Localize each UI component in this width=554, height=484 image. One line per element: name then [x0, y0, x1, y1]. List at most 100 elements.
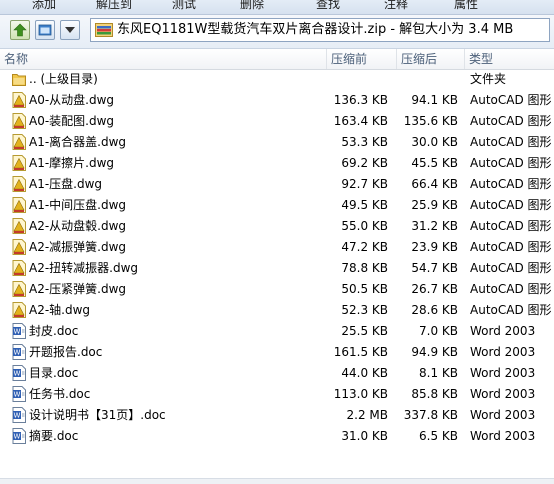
file-size-after: 6.5 KB: [419, 429, 458, 443]
address-bar[interactable]: 东风EQ1181W型载货汽车双片离合器设计.zip - 解包大小为 3.4 MB: [90, 18, 550, 42]
file-type: AutoCAD 图形: [470, 198, 552, 212]
file-row[interactable]: A1-中间压盘.dwg 49.5 KB 25.9 KB AutoCAD 图形: [0, 195, 554, 216]
file-row[interactable]: A2-扭转减振器.dwg 78.8 KB 54.7 KB AutoCAD 图形: [0, 258, 554, 279]
column-packed-header[interactable]: 压缩前: [327, 49, 397, 69]
column-name-header[interactable]: 名称: [0, 49, 327, 69]
file-name: A0-从动盘.dwg: [29, 93, 115, 107]
file-size-before: 47.2 KB: [341, 240, 388, 254]
file-size-before: 2.2 MB: [346, 408, 388, 422]
svg-text:W: W: [14, 328, 21, 336]
file-type: Word 2003: [470, 387, 536, 401]
file-type: 文件夹: [470, 72, 507, 86]
word-doc-icon: W: [12, 323, 26, 339]
word-doc-icon: W: [12, 407, 26, 423]
word-doc-icon: W: [12, 386, 26, 402]
dwg-icon: [12, 281, 26, 297]
file-size-after: 7.0 KB: [419, 324, 458, 338]
file-name: 开题报告.doc: [29, 345, 103, 359]
file-name: A1-压盘.dwg: [29, 177, 103, 191]
file-size-before: 52.3 KB: [341, 303, 388, 317]
file-name: A2-压紧弹簧.dwg: [29, 282, 127, 296]
svg-text:W: W: [14, 391, 21, 399]
toolbar-delete-button[interactable]: 删除: [240, 0, 264, 11]
file-name: 任务书.doc: [29, 387, 91, 401]
file-row[interactable]: A1-摩擦片.dwg 69.2 KB 45.5 KB AutoCAD 图形: [0, 153, 554, 174]
file-row[interactable]: W 任务书.doc 113.0 KB 85.8 KB Word 2003: [0, 384, 554, 405]
file-row[interactable]: W 开题报告.doc 161.5 KB 94.9 KB Word 2003: [0, 342, 554, 363]
file-type: AutoCAD 图形: [470, 240, 552, 254]
word-doc-icon: W: [12, 428, 26, 444]
column-compressed-header[interactable]: 压缩后: [397, 49, 465, 69]
column-type-header[interactable]: 类型: [465, 49, 554, 69]
file-name: A2-扭转减振器.dwg: [29, 261, 139, 275]
file-type: AutoCAD 图形: [470, 261, 552, 275]
file-row[interactable]: W 设计说明书【31页】.doc 2.2 MB 337.8 KB Word 2003: [0, 405, 554, 426]
file-row[interactable]: W 摘要.doc 31.0 KB 6.5 KB Word 2003: [0, 426, 554, 447]
file-name: A1-摩擦片.dwg: [29, 156, 115, 170]
path-dropdown-button[interactable]: [60, 20, 80, 40]
chevron-down-icon: [65, 27, 75, 33]
file-row[interactable]: W 封皮.doc 25.5 KB 7.0 KB Word 2003: [0, 321, 554, 342]
window-view-icon: [38, 24, 52, 36]
file-row[interactable]: .. (上级目录) 文件夹: [0, 69, 554, 90]
file-row[interactable]: A0-从动盘.dwg 136.3 KB 94.1 KB AutoCAD 图形: [0, 90, 554, 111]
toolbar-comment-button[interactable]: 注释: [384, 0, 408, 11]
file-type: AutoCAD 图形: [470, 114, 552, 128]
file-row[interactable]: A1-离合器盖.dwg 53.3 KB 30.0 KB AutoCAD 图形: [0, 132, 554, 153]
file-size-before: 44.0 KB: [341, 366, 388, 380]
toolbar-test-button[interactable]: 测试: [172, 0, 196, 11]
file-type: AutoCAD 图形: [470, 93, 552, 107]
file-name: .. (上级目录): [29, 72, 98, 86]
file-name: 目录.doc: [29, 366, 79, 380]
svg-text:W: W: [14, 349, 21, 357]
file-name: 摘要.doc: [29, 429, 79, 443]
toolbar-extract-button[interactable]: 解压到: [96, 0, 132, 11]
status-bar: [0, 478, 554, 484]
toolbar-add-button[interactable]: 添加: [32, 0, 56, 11]
file-name: A2-减振弹簧.dwg: [29, 240, 127, 254]
file-size-after: 85.8 KB: [411, 387, 458, 401]
file-row[interactable]: A2-轴.dwg 52.3 KB 28.6 KB AutoCAD 图形: [0, 300, 554, 321]
file-size-after: 31.2 KB: [411, 219, 458, 233]
file-size-before: 55.0 KB: [341, 219, 388, 233]
file-name: A0-装配图.dwg: [29, 114, 115, 128]
dwg-icon: [12, 113, 26, 129]
file-row[interactable]: A1-压盘.dwg 92.7 KB 66.4 KB AutoCAD 图形: [0, 174, 554, 195]
file-type: Word 2003: [470, 345, 536, 359]
file-row[interactable]: A2-从动盘毂.dwg 55.0 KB 31.2 KB AutoCAD 图形: [0, 216, 554, 237]
file-type: Word 2003: [470, 429, 536, 443]
file-name: A2-从动盘毂.dwg: [29, 219, 127, 233]
file-row[interactable]: A2-压紧弹簧.dwg 50.5 KB 26.7 KB AutoCAD 图形: [0, 279, 554, 300]
file-type: AutoCAD 图形: [470, 156, 552, 170]
file-type: Word 2003: [470, 408, 536, 422]
file-size-after: 135.6 KB: [403, 114, 458, 128]
file-size-before: 53.3 KB: [341, 135, 388, 149]
file-row[interactable]: A2-减振弹簧.dwg 47.2 KB 23.9 KB AutoCAD 图形: [0, 237, 554, 258]
file-size-before: 31.0 KB: [341, 429, 388, 443]
view-button[interactable]: [35, 20, 55, 40]
file-size-before: 136.3 KB: [333, 93, 388, 107]
folder-icon: [12, 71, 26, 87]
svg-text:W: W: [14, 433, 21, 441]
file-row[interactable]: W 目录.doc 44.0 KB 8.1 KB Word 2003: [0, 363, 554, 384]
dwg-icon: [12, 218, 26, 234]
word-doc-icon: W: [12, 365, 26, 381]
file-type: Word 2003: [470, 366, 536, 380]
file-size-after: 8.1 KB: [419, 366, 458, 380]
file-size-before: 161.5 KB: [333, 345, 388, 359]
zip-archive-icon: [95, 23, 113, 37]
dwg-icon: [12, 176, 26, 192]
file-size-after: 30.0 KB: [411, 135, 458, 149]
file-row[interactable]: A0-装配图.dwg 163.4 KB 135.6 KB AutoCAD 图形: [0, 111, 554, 132]
dwg-icon: [12, 302, 26, 318]
file-size-after: 45.5 KB: [411, 156, 458, 170]
archive-path-text: 东风EQ1181W型载货汽车双片离合器设计.zip - 解包大小为 3.4 MB: [117, 22, 514, 37]
file-type: AutoCAD 图形: [470, 177, 552, 191]
up-folder-button[interactable]: [10, 20, 30, 40]
toolbar-find-button[interactable]: 查找: [316, 0, 340, 11]
file-size-after: 28.6 KB: [411, 303, 458, 317]
dwg-icon: [12, 197, 26, 213]
arrow-up-icon: [13, 23, 27, 37]
toolbar-properties-button[interactable]: 属性: [454, 0, 478, 11]
file-size-after: 25.9 KB: [411, 198, 458, 212]
